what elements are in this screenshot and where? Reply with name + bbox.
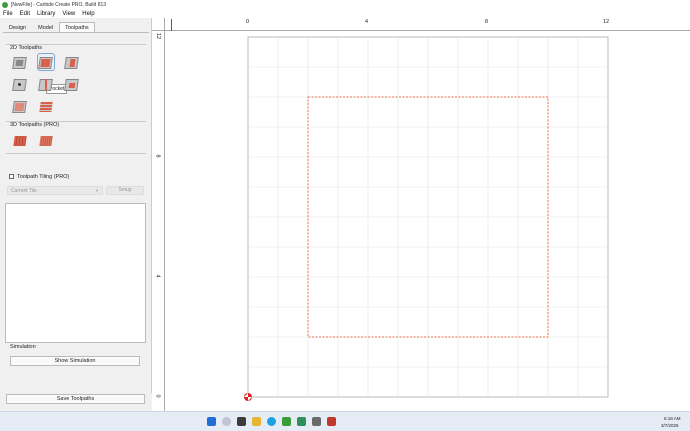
tiling-checkbox[interactable]	[9, 174, 14, 179]
canvas-svg	[244, 36, 609, 401]
contour-toolpath-icon[interactable]	[12, 54, 28, 70]
taskbar: 6:18 AM 3/7/2025	[0, 411, 690, 431]
contour-cut	[15, 60, 24, 66]
app-icon	[2, 1, 8, 8]
tab-divider	[3, 32, 149, 33]
simulation-label: Simulation	[10, 344, 36, 350]
window-title: [NewFile] - Carbide Create PRO, Build 81…	[11, 1, 107, 8]
vcarve-toolpath-icon[interactable]	[64, 54, 80, 70]
ruler-top-tick: 4	[365, 19, 369, 25]
clock-time[interactable]: 6:18 AM	[664, 416, 681, 421]
menu-edit[interactable]: Edit	[20, 11, 30, 17]
pocket-cut	[40, 59, 51, 67]
3d-finish-toolpath-icon[interactable]	[38, 132, 54, 148]
3d-rough-toolpath-icon[interactable]	[12, 132, 28, 148]
engrave-line	[45, 79, 47, 90]
edge-browser-icon[interactable]	[267, 417, 276, 426]
carbide-create-icon[interactable]	[282, 417, 291, 426]
current-tile-select[interactable]: Current Tile ▼	[7, 186, 103, 195]
ruler-corner	[152, 18, 165, 31]
carbide-motion-icon[interactable]	[297, 417, 306, 426]
advanced-vcarve-cut	[68, 83, 76, 88]
menu-bar: File Edit Library View Help	[0, 9, 690, 18]
advanced-vcarve-toolpath-icon[interactable]	[64, 76, 80, 92]
toolpaths-3d-label: 3D Toolpaths (PRO)	[10, 122, 60, 128]
tiling-label: Toolpath Tiling (PRO)	[17, 174, 70, 180]
ruler-left-tick: 8	[154, 154, 161, 158]
app-taskbar-icon[interactable]	[312, 417, 321, 426]
current-tile-value: Current Tile	[11, 188, 37, 194]
cursor-position-marker	[171, 19, 172, 31]
section-divider	[6, 153, 146, 154]
search-icon[interactable]	[222, 417, 231, 426]
origin-icon	[244, 393, 252, 401]
drill-toolpath-icon[interactable]	[12, 76, 28, 92]
texture-cut	[14, 103, 25, 111]
menu-file[interactable]: File	[3, 11, 13, 17]
app-taskbar-icon[interactable]	[327, 417, 336, 426]
windows-start-icon[interactable]	[207, 417, 216, 426]
ruler-top-tick: 0	[246, 19, 250, 25]
design-canvas[interactable]	[152, 18, 690, 411]
ruler-top-tick: 8	[485, 19, 489, 25]
tab-toolpaths[interactable]: Toolpaths	[59, 22, 95, 32]
3d-rough-surface	[13, 136, 27, 146]
show-simulation-button[interactable]: Show Simulation	[10, 356, 140, 366]
chevron-down-icon: ▼	[95, 188, 99, 193]
ruler-top-tick: 12	[603, 19, 610, 25]
toolpaths-2d-label: 2D Toolpaths	[10, 45, 43, 51]
menu-library[interactable]: Library	[37, 11, 55, 17]
setup-button[interactable]: Setup	[106, 186, 144, 195]
ruler-left-tick: 12	[155, 32, 162, 40]
file-explorer-icon[interactable]	[252, 417, 261, 426]
ruler-left-tick: 4	[154, 274, 161, 278]
task-view-icon[interactable]	[237, 417, 246, 426]
3d-finish-surface	[39, 136, 53, 146]
tab-design[interactable]: Design	[3, 22, 32, 32]
ruler-left: 12 8 4 0	[152, 31, 165, 411]
engrave-toolpath-icon[interactable]	[38, 76, 54, 92]
texture-toolpath-icon[interactable]	[12, 98, 28, 114]
menu-view[interactable]: View	[62, 11, 75, 17]
save-toolpaths-button[interactable]: Save Toolpaths	[6, 394, 145, 404]
pocket-toolpath-icon[interactable]	[37, 53, 55, 71]
left-panel: Design Model Toolpaths 2D Toolpaths Pock…	[0, 18, 152, 404]
menu-help[interactable]: Help	[82, 11, 94, 17]
clock-date[interactable]: 3/7/2025	[661, 423, 679, 428]
surfacing-stripes	[39, 102, 53, 112]
title-bar: [NewFile] - Carbide Create PRO, Build 81…	[0, 0, 690, 9]
surfacing-toolpath-icon[interactable]	[38, 98, 54, 114]
tab-bar: Design Model Toolpaths	[3, 22, 95, 32]
toolpath-list[interactable]	[5, 203, 146, 343]
drill-hole	[18, 83, 21, 86]
ruler-top: 0 4 8 12	[152, 18, 690, 31]
ruler-left-tick: 0	[154, 394, 161, 398]
tab-model[interactable]: Model	[32, 22, 59, 32]
